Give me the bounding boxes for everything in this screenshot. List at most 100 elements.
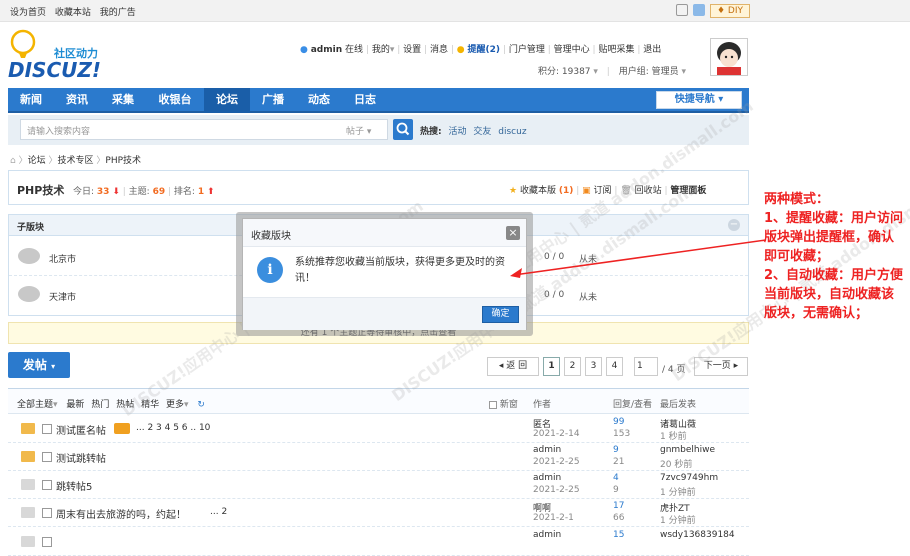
logo-brand: DISCUZ! bbox=[8, 58, 101, 82]
top-bar: 设为首页 收藏本站 我的广告 ♦ DIY bbox=[0, 0, 910, 22]
folder-icon bbox=[21, 423, 35, 434]
home-icon[interactable]: ⌂ bbox=[10, 156, 16, 166]
avatar[interactable] bbox=[710, 38, 748, 76]
thread-replies: 15 bbox=[613, 530, 625, 540]
thread-checkbox[interactable] bbox=[42, 452, 52, 462]
collect-link[interactable]: 贴吧采集 bbox=[598, 45, 634, 55]
page-jump-input[interactable]: 1 bbox=[634, 357, 658, 376]
top-links: 设为首页 收藏本站 我的广告 bbox=[10, 5, 142, 18]
fullscreen-icon[interactable] bbox=[676, 4, 688, 16]
thread-title[interactable]: 测试匿名帖 bbox=[56, 422, 106, 437]
bulb-icon: ● bbox=[456, 45, 465, 55]
thread-checkbox[interactable] bbox=[42, 508, 52, 518]
quick-nav-label: 快捷导航 bbox=[674, 94, 715, 105]
filter-more[interactable]: 更多 bbox=[166, 400, 184, 410]
search-button[interactable] bbox=[393, 119, 413, 140]
thread-checkbox[interactable] bbox=[42, 480, 52, 490]
last-post-user[interactable]: gnmbelhiwe bbox=[660, 445, 715, 455]
admin-center-link[interactable]: 管理中心 bbox=[554, 45, 590, 55]
search-placeholder: 请输入搜索内容 bbox=[27, 127, 91, 137]
theme-icon[interactable] bbox=[693, 4, 705, 16]
breadcrumb-php[interactable]: PHP技术 bbox=[105, 156, 141, 166]
breadcrumb-forum[interactable]: 论坛 bbox=[28, 156, 46, 166]
usergroup-menu[interactable]: 用户组: 管理员 bbox=[619, 67, 679, 77]
filter-all[interactable]: 全部主题 bbox=[17, 400, 53, 410]
breadcrumb-tech[interactable]: 技术专区 bbox=[58, 156, 94, 166]
last-post-user[interactable]: 7zvc9749hm bbox=[660, 473, 718, 483]
new-window-toggle[interactable]: 新窗 bbox=[489, 397, 518, 410]
refresh-icon[interactable]: ↻ bbox=[197, 400, 205, 410]
thread-row[interactable]: 跳转帖5 admin 2021-2-25 4 9 7zvc9749hm 1 分钟前 bbox=[8, 471, 749, 499]
site-logo[interactable]: 社区动力 DISCUZ! bbox=[8, 28, 118, 84]
nav-item-news[interactable]: 新闻 bbox=[8, 88, 54, 113]
bookmark-site-link[interactable]: 收藏本站 bbox=[55, 8, 91, 18]
thread-author[interactable]: admin bbox=[533, 473, 561, 483]
logout-link[interactable]: 退出 bbox=[643, 45, 661, 55]
confirm-button[interactable]: 确定 bbox=[482, 306, 519, 323]
thread-row[interactable]: 测试跳转帖 admin 2021-2-25 9 21 gnmbelhiwe 20 秒前 bbox=[8, 443, 749, 471]
thread-checkbox[interactable] bbox=[42, 537, 52, 547]
nav-item-collect[interactable]: 采集 bbox=[100, 88, 146, 113]
messages-link[interactable]: 消息 bbox=[430, 45, 448, 55]
thread-row[interactable]: admin 15 wsdy136839184 bbox=[8, 528, 749, 556]
credits-menu[interactable]: 积分: 19387 bbox=[538, 67, 591, 77]
nav-item-info[interactable]: 资讯 bbox=[54, 88, 100, 113]
page-3[interactable]: 3 bbox=[585, 357, 602, 376]
thread-row[interactable]: 周末有出去旅游的吗，约起！... 2 啊啊 2021-2-1 17 66 虎扑ZT 1 分钟… bbox=[8, 499, 749, 527]
new-window-checkbox[interactable] bbox=[489, 400, 497, 409]
thread-replies: 99 bbox=[613, 417, 625, 427]
page-2[interactable]: 2 bbox=[564, 357, 581, 376]
new-post-button[interactable]: 发帖 ▾ bbox=[8, 352, 70, 378]
last-post-user[interactable]: wsdy136839184 bbox=[660, 530, 735, 540]
badge-icon bbox=[114, 423, 130, 434]
nav-item-blog[interactable]: 日志 bbox=[342, 88, 388, 113]
remind-link[interactable]: 提醒(2) bbox=[468, 45, 501, 55]
nav-item-cashier[interactable]: 收银台 bbox=[146, 88, 204, 113]
page-4[interactable]: 4 bbox=[606, 357, 623, 376]
settings-link[interactable]: 设置 bbox=[403, 45, 421, 55]
thread-title[interactable]: 周末有出去旅游的吗，约起！ bbox=[56, 506, 186, 521]
set-homepage-link[interactable]: 设为首页 bbox=[10, 8, 46, 18]
search-input[interactable]: 请输入搜索内容 帖子 ▾ bbox=[20, 119, 388, 140]
filter-hot[interactable]: 热门 bbox=[91, 400, 109, 410]
thread-pages[interactable]: ... 2 bbox=[210, 507, 227, 517]
user-bar: ● admin 在线 | 我的▾ | 设置 | 消息 | ● 提醒(2) | 门… bbox=[300, 45, 662, 55]
breadcrumb: ⌂ 〉论坛 〉技术专区 〉PHP技术 bbox=[10, 156, 142, 166]
arrow-down-icon: ⬇ bbox=[112, 187, 120, 197]
hot-search-item[interactable]: discuz bbox=[498, 127, 526, 137]
thread-filters: 全部主题▾ 最新 热门 热帖 精华 更多▾ ↻ bbox=[17, 400, 205, 410]
nav-item-broadcast[interactable]: 广播 bbox=[250, 88, 296, 113]
thread-row[interactable]: 测试匿名帖... 2 3 4 5 6 .. 10 匿名 2021-2-14 99 153… bbox=[8, 415, 749, 443]
thread-title[interactable]: 测试跳转帖 bbox=[56, 450, 106, 465]
thread-checkbox[interactable] bbox=[42, 424, 52, 434]
portal-admin-link[interactable]: 门户管理 bbox=[509, 45, 545, 55]
favorite-forum-link[interactable]: 收藏本版 (1) bbox=[520, 186, 573, 196]
subforum-name[interactable]: 天津市 bbox=[49, 290, 76, 303]
forum-cloud-icon bbox=[18, 248, 40, 264]
thread-pages[interactable]: ... 2 3 4 5 6 .. 10 bbox=[136, 423, 210, 433]
thread-author[interactable]: admin bbox=[533, 445, 561, 455]
thread-title[interactable]: 跳转帖5 bbox=[56, 478, 92, 493]
nav-item-feed[interactable]: 动态 bbox=[296, 88, 342, 113]
page-1[interactable]: 1 bbox=[543, 357, 560, 376]
diy-button[interactable]: ♦ DIY bbox=[710, 4, 750, 18]
subforum-name[interactable]: 北京市 bbox=[49, 252, 76, 265]
favorite-dialog: 收藏版块 × i 系统推荐您收藏当前版块，获得更多更及时的资讯！ 确定 bbox=[242, 218, 527, 330]
my-menu[interactable]: 我的 bbox=[372, 45, 390, 55]
thread-date: 2021-2-1 bbox=[533, 513, 574, 523]
username-link[interactable]: admin bbox=[311, 45, 342, 55]
last-post-time: 1 分钟前 bbox=[660, 488, 696, 498]
hot-search-item[interactable]: 活动 bbox=[448, 127, 466, 137]
annotation-text: 两种模式： 1、提醒收藏：用户访问版块弹出提醒框，确认即可收藏； 2、自动收藏：… bbox=[764, 192, 904, 321]
last-post-column-header: 最后发表 bbox=[660, 400, 697, 410]
hot-search-item[interactable]: 交友 bbox=[473, 127, 491, 137]
search-type-select[interactable]: 帖子 ▾ bbox=[346, 124, 371, 137]
author-column-header: 作者 bbox=[533, 400, 552, 410]
my-ads-link[interactable]: 我的广告 bbox=[100, 8, 136, 18]
filter-latest[interactable]: 最新 bbox=[66, 400, 84, 410]
thread-author[interactable]: admin bbox=[533, 530, 561, 540]
forum-cloud-icon bbox=[18, 286, 40, 302]
nav-item-forum[interactable]: 论坛 bbox=[204, 88, 250, 113]
back-button[interactable]: ◂ 返 回 bbox=[487, 357, 539, 376]
last-post-time: 20 秒前 bbox=[660, 460, 693, 470]
